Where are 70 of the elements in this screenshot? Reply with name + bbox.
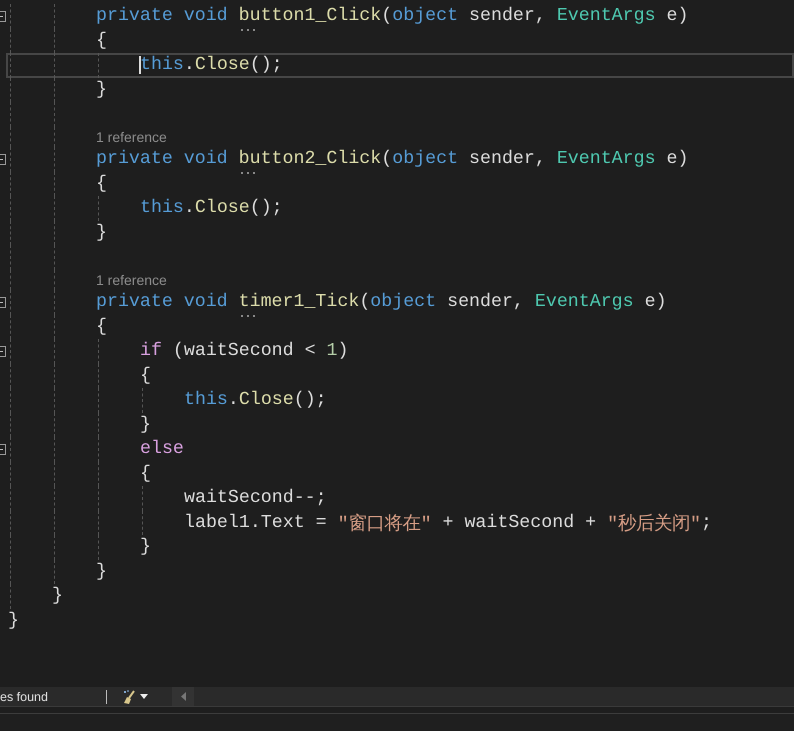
code-token: ( [381,6,392,26]
more-dots-icon [238,314,257,318]
scroll-left-button[interactable] [172,687,194,706]
code-token: } [96,80,107,100]
code-token: (); [250,198,283,218]
code-token: . [184,55,195,76]
code-token: { [96,316,107,337]
code-token: object [392,6,458,26]
code-token: void [184,292,229,312]
code-token: Close [238,390,294,410]
code-token: (); [250,55,283,76]
status-text: es found [0,690,49,704]
code-token: . [228,390,239,410]
code-token: { [96,174,107,194]
code-token: private [96,292,174,312]
brush-icon[interactable] [121,688,137,704]
code-token: button2_Click [238,149,382,170]
code-token: private [96,149,174,170]
code-token: ) [338,341,348,362]
code-token: object [370,292,436,312]
code-token: 1 [326,341,338,362]
code-token: EventArgs [556,6,656,26]
code-token: } [96,222,107,243]
code-token: "秒后关闭" [607,512,702,536]
code-token: { [96,30,107,51]
code-token: + waitSecond + [442,512,598,533]
code-token: if [140,341,162,362]
code-token: (); [294,390,327,410]
left-arrow-icon [180,692,186,701]
code-token: Close [194,198,250,218]
code-token: } [140,414,151,435]
more-dots-icon [238,171,257,176]
code-token: { [140,366,151,386]
reference-count-link[interactable]: 1 reference [96,129,167,145]
code-token: waitSecond--; [184,488,327,508]
code-token: EventArgs [534,292,634,312]
text-cursor [139,56,141,74]
code-token: sender, [468,6,547,26]
code-token: EventArgs [556,149,656,170]
code-token: object [392,149,458,170]
code-token: ; [701,512,712,533]
code-token: . [184,198,195,218]
code-token: e) [666,6,688,26]
more-dots-icon [238,28,257,32]
code-token: void [184,6,229,26]
reference-count-link[interactable]: 1 reference [96,272,167,288]
code-token: } [52,586,63,606]
code-token: { [140,464,151,484]
code-token: (waitSecond < [172,341,317,362]
code-token: e) [666,149,688,170]
code-token: } [8,610,19,631]
code-token: void [184,149,229,170]
code-token: private [96,6,174,26]
code-token: label1.Text = [184,512,328,533]
code-token: } [140,537,151,558]
caret-icon[interactable] [140,694,148,699]
code-token: this [184,390,228,410]
code-token: ( [359,292,370,312]
code-token: this [140,198,184,218]
code-token: button1_Click [238,6,382,26]
code-token: this [140,55,184,76]
code-token: Close [194,55,250,76]
code-token: e) [644,292,667,312]
code-token: } [96,562,107,582]
code-token: timer1_Tick [238,292,360,312]
code-token: sender, [446,292,525,312]
code-token: else [140,439,184,460]
code-token: ( [381,149,392,170]
code-token: sender, [468,149,547,170]
code-token: "窗口将在" [338,512,432,536]
